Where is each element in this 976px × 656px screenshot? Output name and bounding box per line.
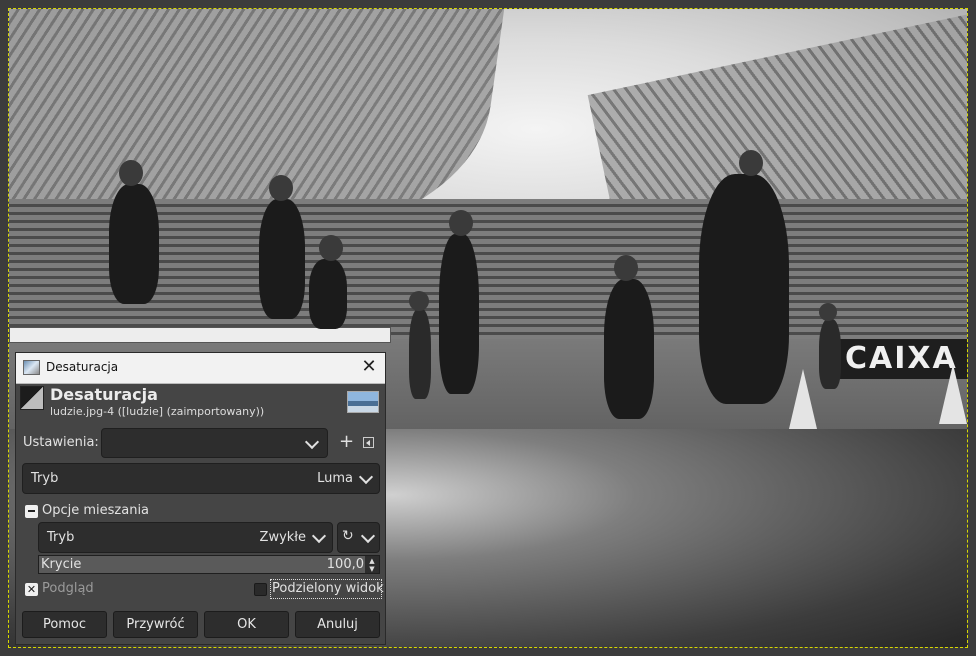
dialog-header: Desaturacja ludzie.jpg-4 ([ludzie] (zaim… bbox=[16, 383, 385, 423]
preview-label: Podgląd bbox=[42, 581, 94, 596]
presets-combo[interactable] bbox=[101, 428, 328, 458]
dialog-titlebar[interactable]: Desaturacja ✕ bbox=[16, 353, 385, 384]
mode-combo[interactable]: Tryb Luma bbox=[22, 463, 380, 494]
official bbox=[409, 291, 431, 399]
blend-section-toggle[interactable] bbox=[25, 505, 38, 518]
athlete bbox=[439, 210, 479, 394]
mode-value: Luma bbox=[317, 471, 353, 486]
image-subtitle: ludzie.jpg-4 ([ludzie] (zaimportowany)) bbox=[50, 405, 265, 418]
athlete bbox=[604, 255, 654, 419]
image-thumbnail bbox=[347, 391, 379, 413]
traffic-cone bbox=[789, 369, 817, 429]
traffic-cone bbox=[939, 364, 967, 424]
blend-mode-combo[interactable]: Tryb Zwykłe bbox=[38, 522, 333, 553]
spin-arrows-icon[interactable]: ▲ ▼ bbox=[367, 557, 377, 573]
athlete bbox=[109, 160, 159, 304]
blend-section-label: Opcje mieszania bbox=[42, 503, 150, 518]
image-icon bbox=[23, 360, 40, 375]
plus-icon[interactable]: + bbox=[339, 433, 354, 451]
opacity-slider[interactable]: Krycie 100,0 ▲ ▼ bbox=[38, 555, 380, 574]
chevron-down-icon bbox=[304, 434, 320, 450]
help-button[interactable]: Pomoc bbox=[22, 611, 107, 638]
reset-icon: ↻ bbox=[342, 528, 354, 544]
desaturate-dialog: Desaturacja ✕ Desaturacja ludzie.jpg-4 (… bbox=[15, 352, 386, 645]
reset-button[interactable]: Przywróć bbox=[113, 611, 198, 638]
mode-label: Tryb bbox=[31, 471, 59, 486]
chevron-down-icon bbox=[311, 528, 327, 544]
split-view-checkbox[interactable] bbox=[254, 583, 267, 596]
window-title: Desaturacja bbox=[46, 360, 119, 374]
opacity-fill bbox=[39, 556, 365, 573]
cancel-button[interactable]: Anuluj bbox=[295, 611, 380, 638]
filter-heading: Desaturacja bbox=[50, 385, 158, 404]
blend-mode-value: Zwykłe bbox=[259, 530, 306, 545]
preview-checkbox[interactable]: ✕ bbox=[25, 583, 38, 596]
athlete bbox=[699, 150, 789, 404]
split-view-label: Podzielony widok bbox=[272, 581, 384, 596]
hurdle-barrier bbox=[9, 327, 391, 343]
blend-composite-combo[interactable]: ↻ bbox=[337, 522, 380, 553]
athlete bbox=[259, 175, 305, 319]
chevron-down-icon bbox=[360, 528, 376, 544]
ok-button[interactable]: OK bbox=[204, 611, 289, 638]
opacity-label: Krycie bbox=[41, 557, 82, 572]
presets-label: Ustawienia: bbox=[23, 435, 99, 450]
menu-icon[interactable] bbox=[363, 437, 374, 448]
close-icon[interactable]: ✕ bbox=[359, 357, 379, 377]
blend-mode-label: Tryb bbox=[47, 530, 75, 545]
chevron-down-icon bbox=[358, 469, 374, 485]
opacity-value: 100,0 bbox=[326, 557, 364, 572]
desaturate-icon bbox=[20, 386, 44, 410]
official bbox=[819, 303, 841, 389]
athlete bbox=[309, 235, 347, 329]
